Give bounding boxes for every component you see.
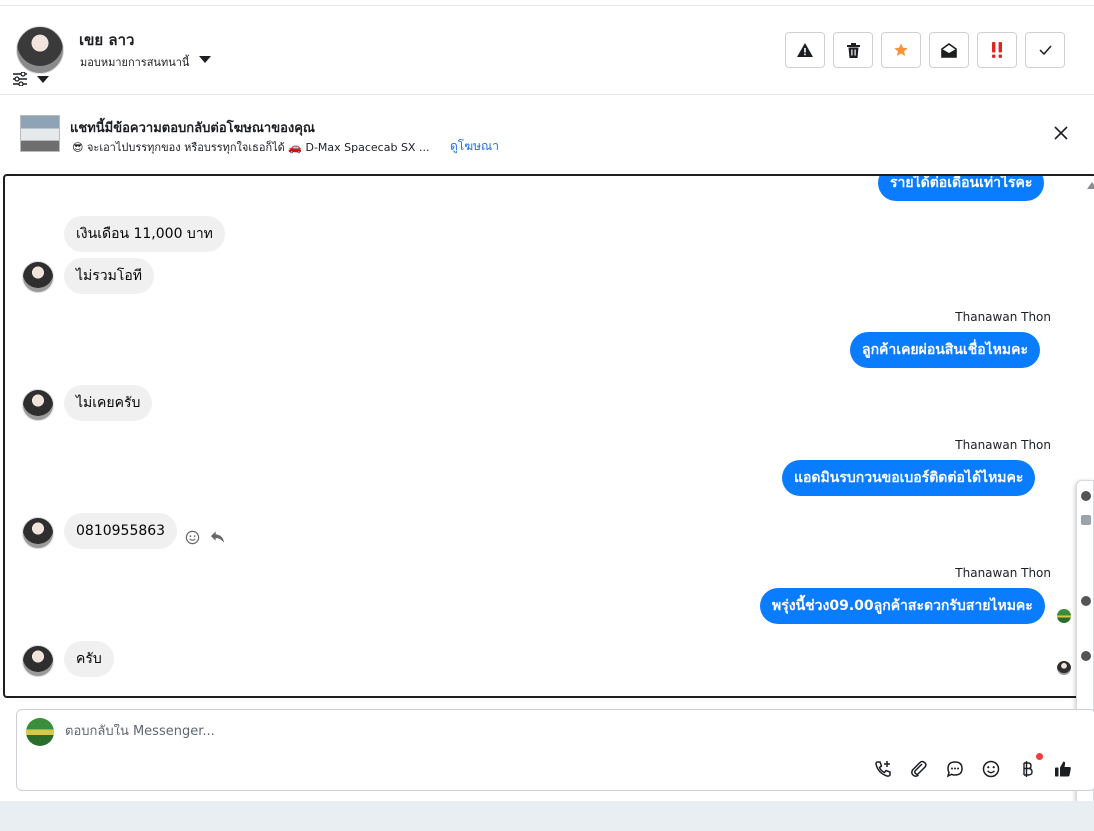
ad-banner-title: แชทนี้มีข้อความตอบกลับต่อโฆษณาของคุณ xyxy=(70,121,315,136)
filter-caret-icon[interactable] xyxy=(37,76,49,83)
sender-name: Thanawan Thon xyxy=(955,566,1051,580)
thumbs-up-icon[interactable] xyxy=(1051,758,1075,780)
read-receipt-avatar xyxy=(1057,661,1071,675)
saved-reply-icon[interactable] xyxy=(943,758,967,780)
message-bubble-incoming[interactable]: ครับ xyxy=(64,641,114,677)
trash-icon xyxy=(846,42,860,58)
composer-toolbar xyxy=(871,753,1075,780)
mark-unread-button[interactable] xyxy=(929,32,969,68)
ad-reply-banner: แชทนี้มีข้อความตอบกลับต่อโฆษณาของคุณ 😎 จ… xyxy=(0,96,1094,174)
double-exclamation-icon xyxy=(992,42,1002,58)
star-icon xyxy=(894,43,908,56)
star-button[interactable] xyxy=(881,32,921,68)
peek-avatar xyxy=(1081,596,1091,606)
mark-done-button[interactable] xyxy=(1025,32,1065,68)
contact-avatar-small xyxy=(22,261,54,293)
seen-indicator-avatar xyxy=(1057,609,1071,623)
sender-name: Thanawan Thon xyxy=(955,438,1051,452)
reply-input[interactable] xyxy=(65,724,765,739)
contact-avatar-small xyxy=(22,389,54,421)
ad-thumbnail[interactable] xyxy=(20,115,60,152)
sender-name: Thanawan Thon xyxy=(955,310,1051,324)
message-bubble-outgoing[interactable]: แอดมินรบกวนขอเบอร์ติดต่อได้ไหมคะ xyxy=(782,460,1036,496)
attachment-icon[interactable] xyxy=(907,758,931,780)
message-bubble-incoming[interactable]: ไม่เคยครับ xyxy=(64,385,153,421)
message-bubble-incoming[interactable]: ไม่รวมโอที xyxy=(64,258,155,294)
message-bubble-outgoing[interactable]: พรุ่งนี้ช่วง09.00ลูกค้าสะดวกรับสายไหมคะ xyxy=(760,588,1045,624)
call-add-icon[interactable] xyxy=(871,758,895,780)
emoji-react-icon[interactable] xyxy=(185,530,200,545)
ad-banner-subtitle: 😎 จะเอาไปบรรทุกของ หรือบรรทุกใจเธอก็ได้ … xyxy=(72,141,430,154)
peek-thumbnail xyxy=(1081,515,1091,525)
message-bubble-incoming[interactable]: 0810955863 xyxy=(64,513,178,549)
assign-caret-icon[interactable] xyxy=(199,56,211,63)
bottom-strip xyxy=(0,801,1094,831)
check-icon xyxy=(1038,45,1052,55)
contact-avatar-small xyxy=(22,517,54,549)
follow-up-button[interactable] xyxy=(977,32,1017,68)
conversation-header: เขย ลาว มอบหมายการสนทนานี้ xyxy=(0,6,1094,95)
message-bubble-outgoing[interactable]: รายได้ต่อเดือนเท่าไรคะ xyxy=(878,176,1045,201)
message-thread[interactable]: รายได้ต่อเดือนเท่าไรคะ เงินเดือน 11,000 … xyxy=(3,174,1094,698)
spam-button[interactable] xyxy=(785,32,825,68)
reply-composer xyxy=(16,709,1094,791)
contact-avatar-small xyxy=(22,645,54,677)
contact-avatar[interactable] xyxy=(16,26,64,74)
scroll-up-arrow-icon[interactable] xyxy=(1087,182,1094,189)
notification-dot xyxy=(1036,753,1043,760)
message-bubble-outgoing[interactable]: ลูกค้าเคยผ่อนสินเชื่อไหมคะ xyxy=(850,332,1041,368)
view-ad-link[interactable]: ดูโฆษณา xyxy=(450,137,499,156)
close-icon[interactable] xyxy=(1052,124,1070,142)
reply-icon[interactable] xyxy=(210,530,225,544)
page-avatar xyxy=(26,718,54,746)
payment-icon[interactable] xyxy=(1015,753,1043,780)
contact-name[interactable]: เขย ลาว xyxy=(79,28,134,52)
assign-conversation[interactable]: มอบหมายการสนทนานี้ xyxy=(80,53,189,71)
emoji-icon[interactable] xyxy=(979,758,1003,780)
filter-sliders-icon[interactable] xyxy=(12,72,28,86)
peek-avatar xyxy=(1081,491,1091,501)
envelope-open-icon xyxy=(941,42,957,58)
message-bubble-incoming[interactable]: เงินเดือน 11,000 บาท xyxy=(64,216,225,252)
header-actions xyxy=(785,32,1065,68)
warning-icon xyxy=(797,43,813,57)
peek-avatar xyxy=(1081,651,1091,661)
delete-button[interactable] xyxy=(833,32,873,68)
